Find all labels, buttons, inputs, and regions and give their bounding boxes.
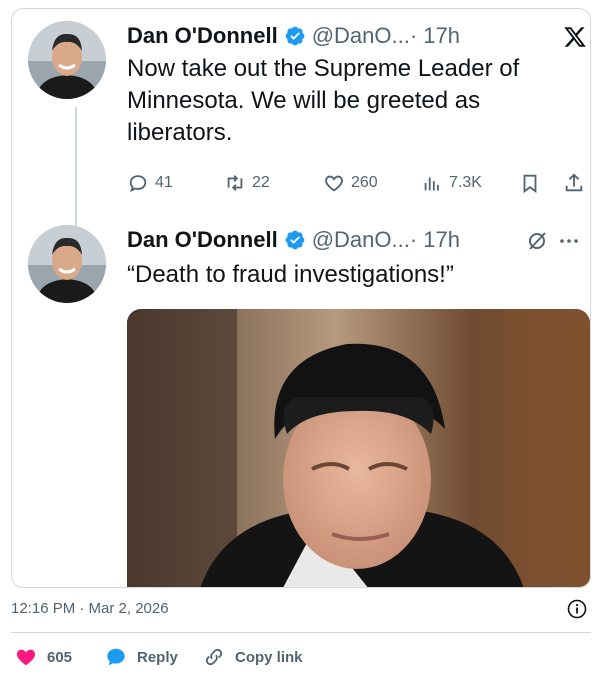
repost-count: 22 [252, 174, 270, 191]
grok-icon[interactable] [525, 229, 549, 253]
author-name[interactable]: Dan O'Donnell [127, 23, 278, 49]
share-button[interactable] [563, 172, 590, 194]
embedded-tweet-card[interactable]: Dan O'Donnell @DanO... · 17h Now take ou… [11, 8, 591, 588]
reply-action[interactable]: 41 [127, 172, 173, 194]
author-handle[interactable]: @DanO... [312, 23, 410, 49]
tweet-text: Now take out the Supreme Leader of Minne… [127, 55, 520, 146]
tweet-header: Dan O'Donnell @DanO... · 17h [127, 23, 460, 49]
x-logo-icon[interactable] [563, 25, 587, 49]
author-handle[interactable]: @DanO... [312, 227, 410, 253]
like-count: 260 [351, 174, 378, 191]
reply-count: 41 [155, 174, 173, 191]
reply-button[interactable]: Reply [105, 646, 178, 668]
tweet-actions: 41 22 260 7.3K [127, 172, 590, 196]
views-icon [424, 177, 439, 191]
verified-badge-icon [284, 229, 306, 251]
copy-link-button[interactable]: Copy link [203, 646, 303, 668]
like-button[interactable]: 605 [15, 646, 72, 668]
views-count: 7.3K [449, 174, 482, 191]
repost-action[interactable]: 22 [224, 172, 270, 194]
more-icon[interactable] [558, 231, 580, 251]
author-name[interactable]: Dan O'Donnell [127, 227, 278, 253]
tweet-media-image[interactable] [127, 309, 590, 587]
share-icon [565, 173, 583, 192]
speech-bubble-icon [107, 648, 125, 666]
info-icon[interactable] [567, 599, 587, 619]
tweet-time[interactable]: · 17h [410, 227, 460, 253]
tweet-header: Dan O'Donnell @DanO... · 17h [127, 227, 460, 253]
like-count: 605 [47, 648, 73, 666]
like-icon [325, 175, 343, 192]
avatar[interactable] [28, 21, 106, 99]
copy-link-label: Copy link [235, 648, 303, 666]
thread-connector-line [75, 107, 77, 226]
reply-icon [129, 175, 147, 193]
tweet-text: “Death to fraud investigations!” [127, 261, 454, 288]
reply-label: Reply [137, 648, 178, 666]
divider [11, 632, 591, 633]
bookmark-icon [523, 174, 537, 194]
bookmark-button[interactable] [519, 172, 547, 194]
tweet-time[interactable]: · 17h [410, 23, 460, 49]
link-icon [205, 648, 223, 666]
views-action[interactable]: 7.3K [421, 172, 482, 194]
post-timestamp[interactable]: 12:16 PM · Mar 2, 2026 [11, 600, 169, 617]
like-action[interactable]: 260 [323, 172, 378, 194]
repost-icon [227, 175, 243, 191]
avatar[interactable] [28, 225, 106, 303]
heart-icon [16, 649, 36, 666]
verified-badge-icon [284, 25, 306, 47]
